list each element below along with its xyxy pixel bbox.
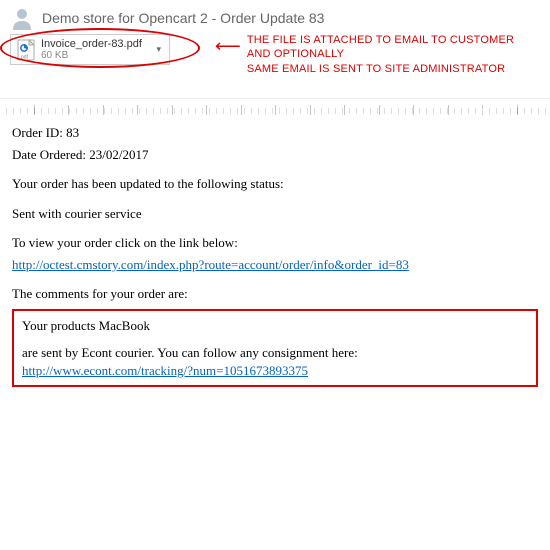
attachment-size: 60 KB — [41, 50, 148, 61]
status-intro: Your order has been updated to the follo… — [12, 175, 538, 193]
annotation-line: SAME EMAIL IS SENT TO SITE ADMINISTRATOR — [247, 62, 514, 76]
comments-intro: The comments for your order are: — [12, 285, 538, 303]
arrow-left-icon: ⟵ — [215, 37, 241, 55]
svg-text:pdf: pdf — [21, 54, 29, 60]
pdf-icon: pdf — [17, 39, 35, 61]
comment-box: Your products MacBook are sent by Econt … — [12, 309, 538, 388]
link-intro: To view your order click on the link bel… — [12, 234, 538, 252]
order-id: Order ID: 83 — [12, 124, 538, 142]
comment-line1: Your products MacBook — [22, 317, 528, 335]
annotation-line: THE FILE IS ATTACHED TO EMAIL TO CUSTOME… — [247, 33, 514, 47]
email-body: Order ID: 83 Date Ordered: 23/02/2017 Yo… — [0, 116, 550, 395]
attachment-name: Invoice_order-83.pdf — [41, 38, 148, 50]
email-subject: Demo store for Opencart 2 - Order Update… — [42, 10, 324, 26]
email-header: Demo store for Opencart 2 - Order Update… — [0, 0, 550, 32]
attachment-info: Invoice_order-83.pdf 60 KB — [41, 38, 148, 61]
chevron-down-icon[interactable]: ▾ — [154, 44, 163, 55]
order-link[interactable]: http://octest.cmstory.com/index.php?rout… — [12, 257, 409, 272]
annotation: ⟵ THE FILE IS ATTACHED TO EMAIL TO CUSTO… — [215, 33, 550, 76]
comment-line2: are sent by Econt courier. You can follo… — [22, 344, 528, 379]
status-value: Sent with courier service — [12, 205, 538, 223]
order-link-row: http://octest.cmstory.com/index.php?rout… — [12, 256, 538, 274]
attachment-chip[interactable]: pdf Invoice_order-83.pdf 60 KB ▾ — [10, 34, 170, 65]
ruler — [0, 98, 550, 116]
sender-icon — [10, 6, 34, 30]
comment-prefix: are sent by Econt courier. You can follo… — [22, 345, 358, 360]
annotation-line: AND OPTIONALLY — [247, 47, 514, 61]
annotation-text: THE FILE IS ATTACHED TO EMAIL TO CUSTOME… — [247, 33, 514, 76]
tracking-link[interactable]: http://www.econt.com/tracking/?num=10516… — [22, 363, 308, 378]
order-date: Date Ordered: 23/02/2017 — [12, 146, 538, 164]
